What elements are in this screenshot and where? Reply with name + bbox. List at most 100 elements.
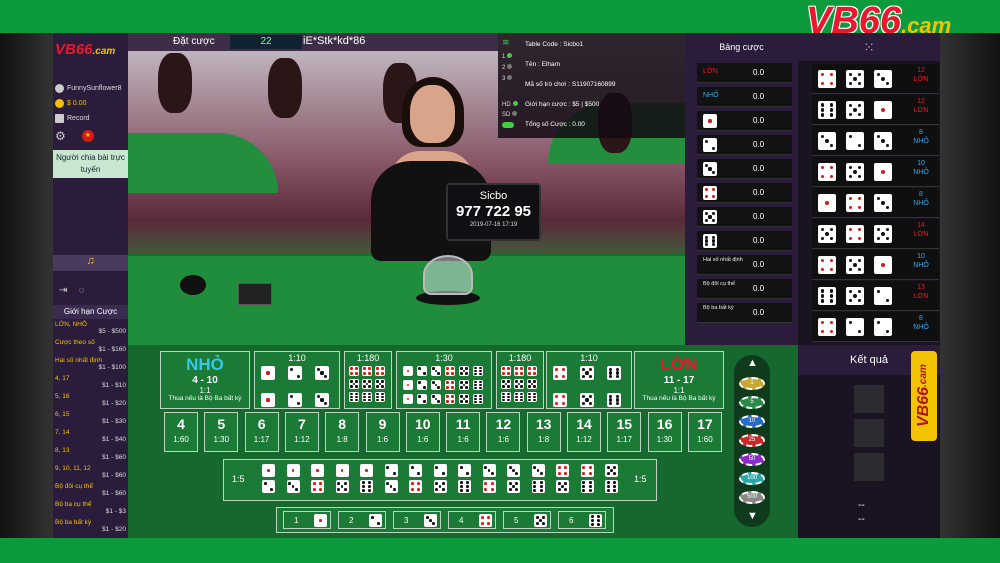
background-dealer — [268, 58, 302, 118]
chip-value: 25 — [748, 437, 756, 443]
dealer-label[interactable]: Người chia bài trực tuyến — [53, 150, 128, 178]
bet-list-item[interactable]: 0.0 — [697, 135, 792, 155]
die-face-6-icon — [473, 394, 483, 404]
die-face-1-icon — [874, 101, 892, 119]
chip-100[interactable]: 100 — [739, 472, 765, 485]
die-face-2-icon — [874, 287, 892, 305]
bet-any-triple[interactable]: 1:30 — [396, 351, 492, 409]
total-odds: 1:17 — [253, 435, 270, 444]
exit-icon[interactable]: ⇥ — [59, 285, 67, 296]
stream-3[interactable]: 3 — [502, 75, 513, 82]
limit-name: 8, 13 — [55, 447, 70, 454]
top-banner: VB66.cam — [0, 0, 1000, 42]
bet-total-9[interactable]: 9 1:6 — [365, 412, 400, 452]
bet-list-item[interactable]: NHỎ 0.0 — [697, 87, 792, 107]
chip-25[interactable]: 25 — [739, 434, 765, 447]
history-sum: 13 — [917, 284, 925, 291]
total-number: 4 — [177, 416, 185, 432]
die-face-1-icon — [314, 514, 327, 527]
sound-toggle[interactable] — [502, 122, 514, 128]
record-link[interactable]: Record — [55, 114, 90, 123]
bet-total-13[interactable]: 13 1:8 — [526, 412, 561, 452]
die-face-1-icon — [286, 464, 300, 477]
bet-single-2[interactable]: 2 — [338, 511, 386, 529]
bet-list-item[interactable]: Bộ ba bất kỳ 0.0 — [697, 303, 792, 323]
limit-item: Hai số nhất định $1 - $100 — [55, 357, 126, 371]
total-number: 6 — [257, 416, 266, 432]
die-face-5-icon — [459, 366, 469, 376]
bet-single-3[interactable]: 3 — [393, 511, 441, 529]
die-face-4-icon — [556, 464, 569, 477]
die-face-5-icon — [846, 101, 864, 119]
bet-pairs-left[interactable]: 1:10 — [254, 351, 340, 409]
bet-total-11[interactable]: 11 1:6 — [446, 412, 481, 452]
chip-5[interactable]: 5 — [739, 396, 765, 409]
bet-list-item[interactable]: 0.0 — [697, 183, 792, 203]
chip-10[interactable]: 10 — [739, 415, 765, 428]
die-face-4-icon — [445, 366, 455, 376]
bet-pairs-right[interactable]: 1:10 — [546, 351, 632, 409]
bet-list-item[interactable]: 0.0 — [697, 231, 792, 251]
bet-total-5[interactable]: 5 1:30 — [204, 412, 239, 452]
bet-list-item[interactable]: 0.0 — [697, 159, 792, 179]
vietnam-flag-icon[interactable]: ★ — [81, 130, 94, 142]
die-face-6-icon — [473, 366, 483, 376]
history-label: LỚN — [913, 76, 929, 83]
bet-total-7[interactable]: 7 1:12 — [284, 412, 319, 452]
stream-1[interactable]: 1 — [502, 53, 513, 60]
sicbo-sign: Sicbo 977 722 95 2019-07-16 17:19 — [446, 183, 541, 241]
bet-single-5[interactable]: 5 — [503, 511, 551, 529]
bet-total-6[interactable]: 6 1:17 — [244, 412, 279, 452]
bet-list-value: 0.0 — [753, 140, 765, 149]
bet-list-value: 0.0 — [753, 260, 765, 269]
table-code: Table Code : Sicbo1 — [525, 41, 584, 48]
total-number: 16 — [656, 416, 673, 432]
bet-single-4[interactable]: 4 — [448, 511, 496, 529]
chip-50[interactable]: 50 — [739, 453, 765, 466]
grid-icon[interactable]: ⁙ — [863, 39, 875, 55]
bet-total-15[interactable]: 15 1:17 — [607, 412, 642, 452]
chat-icon[interactable]: ◌ — [79, 285, 85, 296]
bet-total-14[interactable]: 14 1:12 — [567, 412, 601, 452]
total-odds: 1:12 — [294, 435, 310, 444]
bet-big[interactable]: LỚN 11 - 17 1:1 Thua nếu là Bộ Ba bất kỳ — [634, 351, 724, 409]
limit-item: 8, 13 $1 - $60 — [55, 447, 126, 461]
bet-total-4[interactable]: 4 1:60 — [164, 412, 198, 452]
bet-single-1[interactable]: 1 — [283, 511, 331, 529]
chip-500[interactable]: 500 — [739, 491, 765, 504]
chip-down-arrow[interactable]: ▼ — [747, 510, 758, 522]
history-sum: 14 — [917, 222, 925, 229]
bet-single-6[interactable]: 6 — [558, 511, 606, 529]
total-number: 7 — [297, 416, 306, 432]
bet-list-item[interactable]: 0.0 — [697, 111, 792, 131]
limit-item: 7, 14 $1 - $40 — [55, 429, 126, 443]
music-button[interactable]: ♫ — [53, 255, 128, 271]
history-row: 14 LỚN — [812, 219, 939, 249]
bet-total-16[interactable]: 16 1:30 — [647, 412, 682, 452]
die-face-6-icon — [473, 380, 483, 390]
bet-list-item[interactable]: Hai số nhất định 0.0 — [697, 255, 792, 275]
bet-triples-left[interactable]: 1:180 — [344, 351, 392, 409]
die-face-5-icon — [580, 393, 594, 407]
history-sum: 8 — [919, 191, 923, 198]
gear-icon[interactable]: ⚙ — [55, 129, 66, 143]
die-face-4-icon — [846, 194, 864, 212]
bet-total-10[interactable]: 10 1:6 — [405, 412, 440, 452]
bet-small[interactable]: NHỎ 4 - 10 1:1 Thua nếu là Bộ Ba bất kỳ — [160, 351, 250, 409]
stream-2[interactable]: 2 — [502, 64, 513, 71]
chip-1[interactable]: 1 — [739, 377, 765, 390]
bet-list-label: Bộ đôi cụ thể — [703, 281, 736, 287]
bet-triples-right[interactable]: 1:180 — [496, 351, 544, 409]
bet-list-item[interactable]: LỚN 0.0 — [697, 63, 792, 83]
bet-combinations[interactable]: 1:5 1:5 — [223, 459, 657, 501]
bet-total-8[interactable]: 8 1:8 — [325, 412, 360, 452]
bet-total-12[interactable]: 12 1:6 — [486, 412, 521, 452]
sd-toggle[interactable]: SD — [502, 111, 518, 118]
hd-toggle[interactable]: HD — [502, 101, 518, 108]
background-dealer — [158, 53, 192, 113]
bet-list-item[interactable]: 0.0 — [697, 207, 792, 227]
bet-total-17[interactable]: 17 1:60 — [687, 412, 722, 452]
chip-up-arrow[interactable]: ▲ — [747, 357, 758, 369]
history-sum: 10 — [917, 253, 925, 260]
bet-list-item[interactable]: Bộ đôi cụ thể 0.0 — [697, 279, 792, 299]
